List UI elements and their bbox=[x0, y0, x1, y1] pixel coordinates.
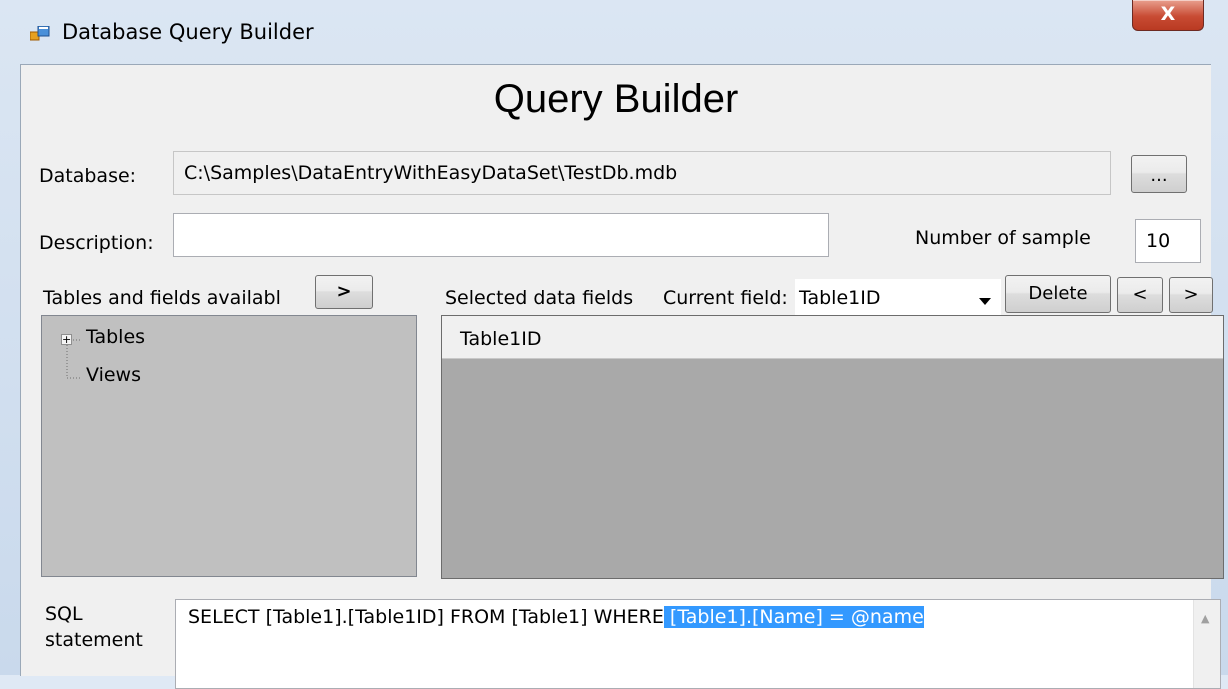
move-left-button[interactable]: < bbox=[1117, 277, 1163, 313]
selected-fields-label: Selected data fields bbox=[445, 287, 634, 309]
expand-tables-icon[interactable]: + bbox=[61, 334, 72, 345]
move-right-button[interactable]: > bbox=[1169, 277, 1213, 313]
database-label: Database: bbox=[39, 165, 137, 187]
window-title: Database Query Builder bbox=[62, 20, 314, 44]
browse-database-button[interactable]: ... bbox=[1131, 155, 1187, 193]
add-field-button[interactable]: > bbox=[315, 275, 373, 309]
sql-text: SELECT [Table1].[Table1ID] FROM [Table1]… bbox=[188, 606, 664, 628]
sql-selected-text: [Table1].[Name] = @name bbox=[663, 606, 924, 628]
database-path-field[interactable]: C:\Samples\DataEntryWithEasyDataSet\Test… bbox=[173, 151, 1111, 195]
sql-label-line2: statement bbox=[45, 629, 143, 651]
page-title: Query Builder bbox=[493, 77, 739, 121]
chevron-down-icon bbox=[979, 298, 991, 305]
app-window-icon bbox=[30, 26, 50, 41]
sql-label-line1: SQL bbox=[45, 603, 83, 625]
grid-cell: Table1ID bbox=[460, 328, 542, 350]
close-button[interactable]: X bbox=[1132, 0, 1204, 31]
sql-text-line: SELECT [Table1].[Table1ID] FROM [Table1]… bbox=[188, 606, 924, 628]
tables-tree-view[interactable]: + Tables Views bbox=[41, 315, 417, 577]
delete-field-button[interactable]: Delete bbox=[1005, 275, 1111, 313]
sql-statement-editor[interactable]: SELECT [Table1].[Table1ID] FROM [Table1]… bbox=[175, 599, 1221, 689]
current-field-dropdown[interactable]: Table1ID bbox=[795, 279, 1001, 315]
description-label: Description: bbox=[39, 232, 154, 254]
sample-count-input[interactable]: 10 bbox=[1135, 219, 1201, 263]
grid-row[interactable]: Table1ID bbox=[442, 316, 1223, 359]
query-builder-window: Database Query Builder X Query Builder D… bbox=[0, 0, 1228, 689]
scroll-up-icon[interactable]: ▲ bbox=[1201, 612, 1209, 625]
selected-fields-grid[interactable]: Table1ID bbox=[441, 315, 1224, 579]
tree-node-tables[interactable]: Tables bbox=[86, 326, 145, 348]
current-field-label: Current field: bbox=[663, 287, 788, 309]
title-bar[interactable]: Database Query Builder X bbox=[0, 0, 1228, 64]
description-field[interactable] bbox=[173, 213, 829, 257]
form-client-area: Query Builder Database: C:\Samples\DataE… bbox=[20, 64, 1224, 689]
current-field-value: Table1ID bbox=[799, 287, 881, 309]
tables-fields-label: Tables and fields availabl bbox=[43, 287, 281, 309]
tree-node-views[interactable]: Views bbox=[86, 364, 141, 386]
sample-count-label: Number of sample bbox=[915, 227, 1091, 249]
